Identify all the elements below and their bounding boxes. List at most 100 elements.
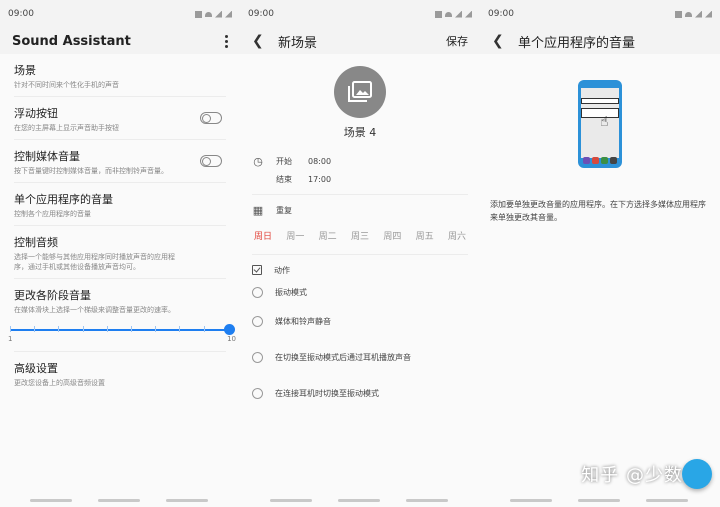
status-time: 09:00 bbox=[248, 9, 274, 19]
setting-title: 高级设置 bbox=[14, 362, 58, 375]
setting-title: 控制媒体音量 bbox=[14, 150, 80, 163]
day-friday[interactable]: 周五 bbox=[416, 229, 434, 242]
spacer-icon bbox=[252, 173, 264, 185]
slider-tick bbox=[131, 326, 132, 332]
day-tuesday[interactable]: 周二 bbox=[319, 229, 337, 242]
more-options-icon[interactable] bbox=[224, 34, 228, 48]
slider-tick bbox=[155, 326, 157, 332]
setting-title: 更改各阶段音量 bbox=[14, 289, 91, 302]
hand-pointer-icon: ☝ bbox=[600, 114, 609, 130]
repeat-section: ▦ 重复 bbox=[240, 201, 480, 219]
app-icon bbox=[610, 157, 617, 164]
volume-bar-illustration bbox=[581, 98, 619, 104]
gallery-icon bbox=[348, 81, 372, 102]
option-label: 在切换至振动模式后通过耳机播放声音 bbox=[275, 352, 411, 362]
start-time-row[interactable]: ◷ 开始 08:00 bbox=[252, 152, 468, 170]
page-title: Sound Assistant bbox=[12, 33, 131, 49]
time-section: ◷ 开始 08:00 结束 17:00 bbox=[240, 152, 480, 188]
app-icon bbox=[601, 157, 608, 164]
floating-button-toggle[interactable] bbox=[200, 112, 222, 124]
app-bar: ❮ 新场景 保存 bbox=[240, 28, 480, 54]
app-icon bbox=[592, 157, 599, 164]
page-title: 单个应用程序的音量 bbox=[518, 35, 636, 51]
status-icons bbox=[675, 10, 712, 18]
radio-button[interactable] bbox=[252, 286, 263, 298]
setting-media-volume[interactable]: 控制媒体音量 按下音量键时控制媒体音量，而非控制铃声音量。 bbox=[14, 140, 226, 183]
status-bar: 09:00 bbox=[240, 0, 480, 28]
slider-min-label: 1 bbox=[8, 335, 13, 343]
day-thursday[interactable]: 周四 bbox=[383, 229, 401, 242]
slider-thumb[interactable] bbox=[224, 324, 235, 335]
setting-subtitle: 针对不同时间来个性化手机的声音 bbox=[14, 81, 119, 89]
new-scene-panel: 09:00 ❮ 新场景 保存 场景 4 ◷ 开始 08:00 结束 17:00 bbox=[240, 0, 480, 507]
slider-tick bbox=[203, 326, 205, 332]
nav-bar-line bbox=[510, 499, 552, 502]
status-time: 09:00 bbox=[8, 9, 34, 19]
day-wednesday[interactable]: 周三 bbox=[351, 229, 369, 242]
nav-bar-line bbox=[30, 499, 72, 502]
nav-bar-line bbox=[270, 499, 312, 502]
back-arrow-icon[interactable]: ❮ bbox=[252, 33, 268, 49]
app-volume-panel: 09:00 ❮ 单个应用程序的音量 ☝ 添加要单独更改音量的应用程序。在下方选择… bbox=[480, 0, 720, 507]
status-icons bbox=[195, 10, 232, 18]
radio-button[interactable] bbox=[252, 315, 263, 327]
setting-subtitle: 更改您设备上的高级音频设置 bbox=[14, 379, 105, 387]
option-headphone-play[interactable]: 在切换至振动模式后通过耳机播放声音 bbox=[240, 337, 480, 377]
settings-list-advanced: 高级设置 更改您设备上的高级音频设置 bbox=[0, 351, 240, 394]
status-time: 09:00 bbox=[488, 9, 514, 19]
end-time: 17:00 bbox=[308, 174, 332, 184]
vibrate-icon bbox=[675, 10, 682, 18]
slider-tick bbox=[106, 326, 108, 332]
app-icons-illustration bbox=[583, 157, 617, 164]
day-saturday[interactable]: 周六 bbox=[448, 229, 466, 242]
nav-bar-line bbox=[406, 499, 448, 502]
data-speed-icon bbox=[435, 10, 442, 18]
status-bar: 09:00 bbox=[0, 0, 240, 28]
day-sunday[interactable]: 周日 bbox=[254, 229, 272, 242]
setting-floating-button[interactable]: 浮动按钮 在您的主屏幕上显示声音助手按钮 bbox=[14, 97, 226, 140]
start-time: 08:00 bbox=[308, 156, 332, 166]
day-monday[interactable]: 周一 bbox=[286, 229, 304, 242]
setting-audio-control[interactable]: 控制音频 选择一个能够与其他应用程序同时播放声音的应用程序，通过手机或其他设备播… bbox=[14, 226, 226, 279]
clock-icon: ◷ bbox=[253, 154, 263, 168]
save-button[interactable]: 保存 bbox=[446, 33, 468, 49]
add-app-button[interactable] bbox=[682, 459, 712, 489]
action-label: 动作 bbox=[274, 265, 290, 275]
settings-list: 场景 针对不同时间来个性化手机的声音 浮动按钮 在您的主屏幕上显示声音助手按钮 … bbox=[0, 54, 240, 321]
setting-app-volume[interactable]: 单个应用程序的音量 控制各个应用程序的音量 bbox=[14, 183, 226, 226]
action-check-icon bbox=[252, 265, 262, 275]
setting-volume-steps: 更改各阶段音量 在媒体滑块上选择一个梯级来调整音量更改的速率。 bbox=[14, 279, 226, 321]
media-volume-toggle[interactable] bbox=[200, 155, 222, 167]
signal-icon-2 bbox=[705, 10, 712, 18]
wifi-icon bbox=[445, 11, 452, 17]
wifi-icon bbox=[205, 11, 212, 17]
action-header: 动作 bbox=[252, 261, 468, 279]
scene-image[interactable] bbox=[334, 66, 386, 118]
divider bbox=[252, 254, 468, 255]
slider-track bbox=[10, 329, 230, 331]
back-arrow-icon[interactable]: ❮ bbox=[492, 33, 508, 49]
signal-icon bbox=[455, 10, 462, 18]
end-time-row[interactable]: 结束 17:00 bbox=[252, 170, 468, 188]
app-bar: ❮ 单个应用程序的音量 bbox=[480, 28, 720, 54]
setting-title: 浮动按钮 bbox=[14, 107, 58, 120]
radio-button[interactable] bbox=[252, 387, 263, 399]
divider bbox=[252, 194, 468, 195]
setting-subtitle: 选择一个能够与其他应用程序同时播放声音的应用程序，通过手机或其他设备播放声音均可… bbox=[14, 253, 175, 271]
option-mute[interactable]: 媒体和铃声静音 bbox=[240, 305, 480, 337]
slider-max-label: 10 bbox=[227, 335, 236, 343]
sound-assistant-panel: 09:00 Sound Assistant 场景 针对不同时间来个性化手机的声音… bbox=[0, 0, 240, 507]
radio-button[interactable] bbox=[252, 351, 263, 363]
page-title: 新场景 bbox=[278, 35, 318, 51]
signal-icon bbox=[695, 10, 702, 18]
volume-step-slider[interactable]: 1 10 bbox=[8, 321, 236, 347]
wifi-icon bbox=[685, 11, 692, 17]
option-vibrate[interactable]: 振动模式 bbox=[240, 279, 480, 305]
slider-tick bbox=[58, 326, 60, 332]
setting-scenes[interactable]: 场景 针对不同时间来个性化手机的声音 bbox=[14, 54, 226, 97]
signal-icon-2 bbox=[465, 10, 472, 18]
setting-advanced[interactable]: 高级设置 更改您设备上的高级音频设置 bbox=[14, 351, 226, 394]
scene-name[interactable]: 场景 4 bbox=[240, 124, 480, 140]
signal-icon bbox=[215, 10, 222, 18]
option-headphone-vibrate[interactable]: 在连接耳机时切换至振动模式 bbox=[240, 377, 480, 409]
